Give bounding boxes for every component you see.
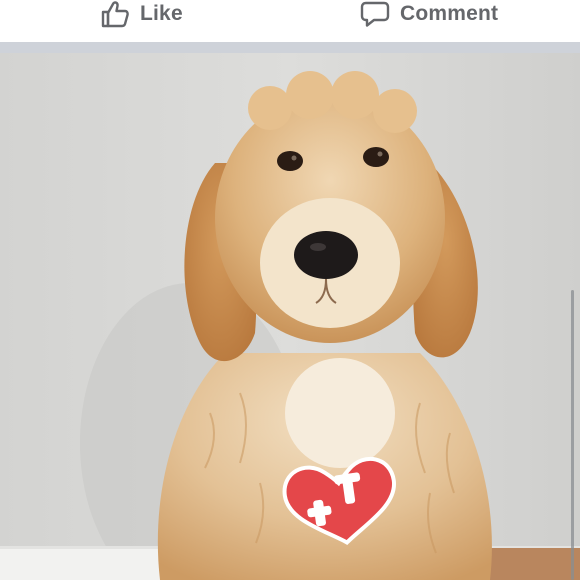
comment-label: Comment <box>400 2 499 25</box>
comment-bubble-icon <box>360 0 392 28</box>
like-button[interactable]: Like <box>100 0 183 28</box>
scrollbar[interactable] <box>571 290 574 580</box>
section-divider <box>0 42 580 53</box>
like-label: Like <box>140 2 183 25</box>
post-viewer: Like Comment <box>0 0 580 580</box>
thumbs-up-icon <box>100 0 132 28</box>
dog-photo <box>0 53 580 580</box>
comment-button[interactable]: Comment <box>360 0 498 28</box>
post-action-bar: Like Comment <box>0 0 580 42</box>
post-photo[interactable] <box>0 53 580 580</box>
